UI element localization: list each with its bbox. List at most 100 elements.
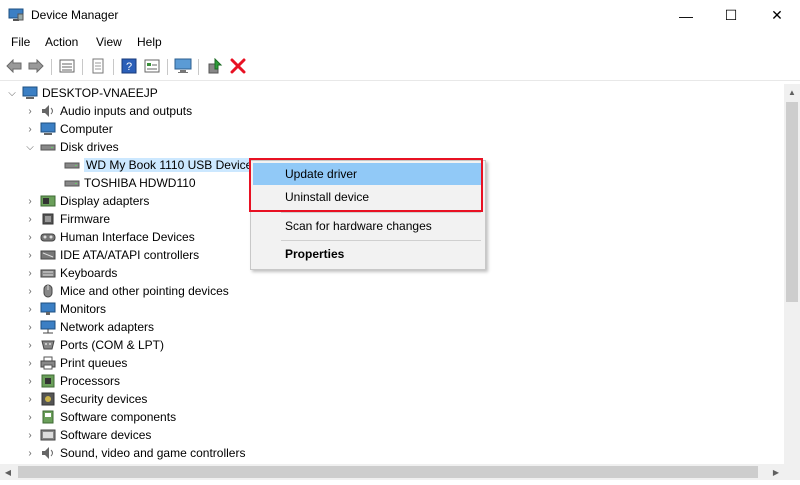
tree-item-display-adapters[interactable]: › Display adapters <box>24 192 149 210</box>
vertical-scrollbar[interactable]: ▲ <box>784 84 800 464</box>
software-device-icon <box>40 429 56 441</box>
horizontal-scroll-thumb[interactable] <box>18 466 758 478</box>
tree-item-audio[interactable]: › Audio inputs and outputs <box>24 102 192 120</box>
minimize-button[interactable]: — <box>663 0 709 31</box>
menu-action[interactable]: Action <box>45 35 78 49</box>
horizontal-scrollbar[interactable]: ◀ ▶ <box>0 464 784 480</box>
keyboard-icon <box>40 269 56 278</box>
tree-item-network[interactable]: › Network adapters <box>24 318 154 336</box>
chevron-right-icon[interactable]: › <box>24 120 36 138</box>
tree-item-security-devices[interactable]: › Security devices <box>24 390 147 408</box>
monitor-scan-icon <box>174 58 192 73</box>
tree-item-toshiba[interactable]: TOSHIBA HDWD110 <box>48 174 196 192</box>
svg-text:?: ? <box>126 61 132 73</box>
tree-item-label: Audio inputs and outputs <box>60 104 193 118</box>
tree-item-computer[interactable]: › Computer <box>24 120 112 138</box>
tree-item-label: Firmware <box>60 212 110 226</box>
tree-item-software-devices[interactable]: › Software devices <box>24 426 151 444</box>
chevron-right-icon[interactable]: › <box>24 264 36 282</box>
toolbar-separator <box>167 59 168 75</box>
ide-controller-icon <box>40 250 56 260</box>
chevron-right-icon[interactable]: › <box>24 318 36 336</box>
chevron-down-icon[interactable]: ⌵ <box>6 84 18 102</box>
menu-file[interactable]: File <box>11 35 30 49</box>
scroll-right-arrow-icon[interactable]: ▶ <box>768 464 784 480</box>
chevron-right-icon[interactable]: › <box>24 192 36 210</box>
tree-item-label: Human Interface Devices <box>60 230 195 244</box>
chevron-right-icon[interactable]: › <box>24 300 36 318</box>
scroll-up-arrow-icon[interactable]: ▲ <box>784 84 800 100</box>
chevron-right-icon[interactable]: › <box>24 390 36 408</box>
tree-item-disk-drives[interactable]: ⌵ Disk drives <box>24 138 118 156</box>
properties-view-button[interactable] <box>58 57 76 75</box>
tree-item-label: Sound, video and game controllers <box>60 446 246 460</box>
software-component-icon <box>42 410 54 424</box>
tree-item-print-queues[interactable]: › Print queues <box>24 354 127 372</box>
chevron-right-icon[interactable]: › <box>24 210 36 228</box>
mouse-icon <box>43 284 53 298</box>
toolbar: ? <box>0 53 800 81</box>
tree-item-wd-my-book[interactable]: WD My Book 1110 USB Device <box>48 156 255 174</box>
chevron-right-icon[interactable]: › <box>24 372 36 390</box>
monitor-icon <box>40 302 56 315</box>
tree-item-label: Processors <box>60 374 121 388</box>
toolbar-separator <box>113 59 114 75</box>
chevron-down-icon[interactable]: ⌵ <box>24 138 36 156</box>
uninstall-button[interactable] <box>229 57 247 75</box>
print-icon <box>92 58 104 74</box>
chevron-right-icon[interactable]: › <box>24 282 36 300</box>
scroll-left-arrow-icon[interactable]: ◀ <box>0 464 16 480</box>
menu-bar: File Action View Help <box>0 31 800 52</box>
print-button[interactable] <box>89 57 107 75</box>
chevron-right-icon[interactable]: › <box>24 426 36 444</box>
tree-item-label: Print queues <box>60 356 128 370</box>
help-button[interactable]: ? <box>120 57 138 75</box>
computer-icon <box>40 122 56 135</box>
toolbar-separator <box>82 59 83 75</box>
tree-item-mice[interactable]: › Mice and other pointing devices <box>24 282 229 300</box>
scrollbar-corner <box>784 464 800 480</box>
tree-root[interactable]: ⌵ DESKTOP-VNAEEJP <box>6 84 158 102</box>
device-tree[interactable]: ⌵ DESKTOP-VNAEEJP › Audio inputs and out… <box>0 84 784 464</box>
port-icon <box>41 340 55 350</box>
chevron-right-icon[interactable]: › <box>24 444 36 462</box>
chevron-right-icon[interactable]: › <box>24 228 36 246</box>
context-properties[interactable]: Properties <box>253 243 481 265</box>
show-hidden-button[interactable] <box>143 57 161 75</box>
title-bar[interactable]: Device Manager — ☐ ✕ <box>0 0 800 31</box>
scan-hardware-button[interactable] <box>174 57 192 75</box>
context-separator <box>281 240 481 241</box>
speaker-icon <box>42 105 53 117</box>
back-button[interactable] <box>5 57 23 75</box>
forward-button[interactable] <box>27 57 45 75</box>
chevron-right-icon[interactable]: › <box>24 102 36 120</box>
menu-view[interactable]: View <box>96 35 122 49</box>
chevron-right-icon[interactable]: › <box>24 246 36 264</box>
back-arrow-icon <box>6 59 22 73</box>
properties-view-icon <box>59 59 75 73</box>
update-driver-button[interactable] <box>206 57 224 75</box>
tree-item-hid[interactable]: › Human Interface Devices <box>24 228 195 246</box>
maximize-button[interactable]: ☐ <box>708 0 754 31</box>
tree-item-monitors[interactable]: › Monitors <box>24 300 106 318</box>
tree-item-ide[interactable]: › IDE ATA/ATAPI controllers <box>24 246 199 264</box>
highlight-annotation <box>249 158 483 212</box>
computer-icon <box>22 86 38 99</box>
tree-item-ports[interactable]: › Ports (COM & LPT) <box>24 336 164 354</box>
tree-item-sound[interactable]: › Sound, video and game controllers <box>24 444 245 462</box>
chevron-right-icon[interactable]: › <box>24 408 36 426</box>
chevron-right-icon[interactable]: › <box>24 354 36 372</box>
help-icon: ? <box>121 58 137 74</box>
tree-item-processors[interactable]: › Processors <box>24 372 120 390</box>
tree-item-software-components[interactable]: › Software components <box>24 408 176 426</box>
vertical-scroll-thumb[interactable] <box>786 102 798 302</box>
chevron-right-icon[interactable]: › <box>24 336 36 354</box>
tree-item-firmware[interactable]: › Firmware <box>24 210 110 228</box>
tree-item-label: Mice and other pointing devices <box>60 284 229 298</box>
disk-drive-icon <box>40 144 56 151</box>
close-button[interactable]: ✕ <box>754 0 800 31</box>
printer-icon <box>40 356 56 370</box>
context-scan-hardware[interactable]: Scan for hardware changes <box>253 215 481 237</box>
tree-item-keyboards[interactable]: › Keyboards <box>24 264 117 282</box>
menu-help[interactable]: Help <box>137 35 162 49</box>
